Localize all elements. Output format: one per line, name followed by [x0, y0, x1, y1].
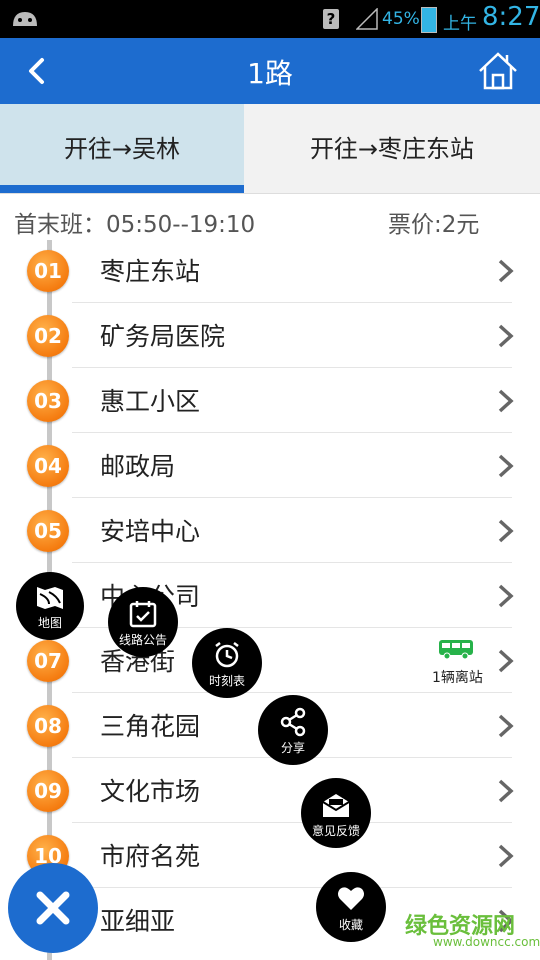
alarm-clock-icon	[215, 642, 239, 668]
sim-icon: ?	[323, 9, 339, 29]
time-period: 上午	[443, 14, 477, 34]
chevron-right-icon	[498, 454, 514, 478]
route-notice-button[interactable]: 线路公告	[108, 587, 178, 657]
list-item[interactable]: 02 矿务局医院	[0, 303, 540, 368]
chevron-right-icon	[498, 389, 514, 413]
list-item[interactable]: 03 惠工小区	[0, 368, 540, 433]
close-icon	[36, 891, 70, 925]
list-item[interactable]: 04 邮政局	[0, 433, 540, 498]
battery-percent: 45%	[382, 9, 420, 29]
schedule-text: 首末班：05:50--19:10	[14, 212, 256, 238]
chevron-right-icon	[498, 649, 514, 673]
list-item[interactable]: 01 枣庄东站	[0, 238, 540, 303]
route-info: 首末班：05:50--19:10 票价:2元	[0, 194, 540, 240]
chevron-right-icon	[498, 844, 514, 868]
direction-tabs: 开往→吴林 开往→枣庄东站	[0, 104, 540, 194]
stop-number: 07	[27, 640, 69, 682]
tab-to-wulin[interactable]: 开往→吴林	[0, 104, 244, 194]
calendar-check-icon	[129, 601, 157, 628]
chevron-right-icon	[498, 584, 514, 608]
chevron-right-icon	[498, 519, 514, 543]
close-menu-button[interactable]	[8, 863, 98, 953]
stop-number: 02	[27, 315, 69, 357]
chevron-right-icon	[498, 259, 514, 283]
stop-number: 03	[27, 380, 69, 422]
page-title: 1路	[247, 57, 293, 90]
watermark-url: www.downcc.com	[433, 935, 540, 949]
tab-to-zaozhuang-east[interactable]: 开往→枣庄东站	[244, 104, 540, 194]
favorite-button[interactable]: 收藏	[316, 872, 386, 942]
heart-icon	[338, 887, 364, 910]
stop-number: 09	[27, 770, 69, 812]
stop-name: 文化市场	[100, 777, 201, 806]
stop-name: 安培中心	[100, 517, 201, 546]
stop-number: 01	[27, 250, 69, 292]
share-icon	[280, 707, 306, 737]
list-item[interactable]: 09 文化市场	[0, 758, 540, 823]
signal-icon	[356, 8, 378, 30]
battery-icon	[421, 7, 437, 33]
fare-text: 票价:2元	[388, 212, 480, 238]
favorite-label: 收藏	[338, 918, 363, 932]
chevron-right-icon	[498, 324, 514, 348]
stop-name: 市府名苑	[100, 842, 201, 871]
home-icon[interactable]	[477, 50, 519, 92]
map-icon	[37, 587, 63, 609]
stop-name: 邮政局	[100, 452, 176, 481]
chevron-right-icon	[498, 714, 514, 738]
timetable-label: 时刻表	[208, 674, 245, 688]
notice-label: 线路公告	[118, 633, 167, 647]
feedback-label: 意见反馈	[311, 824, 360, 838]
envelope-icon	[322, 794, 350, 817]
bus-icon	[439, 640, 473, 660]
stop-name: 惠工小区	[100, 387, 201, 416]
stop-number: 05	[27, 510, 69, 552]
android-icon	[13, 12, 37, 26]
feedback-button[interactable]: 意见反馈	[301, 778, 371, 848]
status-bar: ? 45% 上午 8:27	[0, 0, 540, 38]
share-button[interactable]: 分享	[258, 695, 328, 765]
timetable-button[interactable]: 时刻表	[192, 628, 262, 698]
map-label: 地图	[37, 616, 62, 630]
stop-name: 亚细亚	[100, 907, 176, 936]
share-label: 分享	[280, 741, 305, 755]
list-item[interactable]: 05 安培中心	[0, 498, 540, 563]
stop-name: 枣庄东站	[100, 257, 201, 286]
stop-name: 矿务局医院	[100, 322, 226, 351]
bus-status: 1辆离站	[432, 670, 483, 686]
stop-number: 04	[27, 445, 69, 487]
chevron-right-icon	[498, 779, 514, 803]
map-button[interactable]: 地图	[16, 572, 84, 640]
active-tab-indicator	[0, 185, 244, 193]
title-bar: 1路	[0, 38, 540, 104]
clock: 8:27	[482, 2, 540, 32]
stop-number: 08	[27, 705, 69, 747]
stop-name: 三角花园	[100, 712, 201, 741]
